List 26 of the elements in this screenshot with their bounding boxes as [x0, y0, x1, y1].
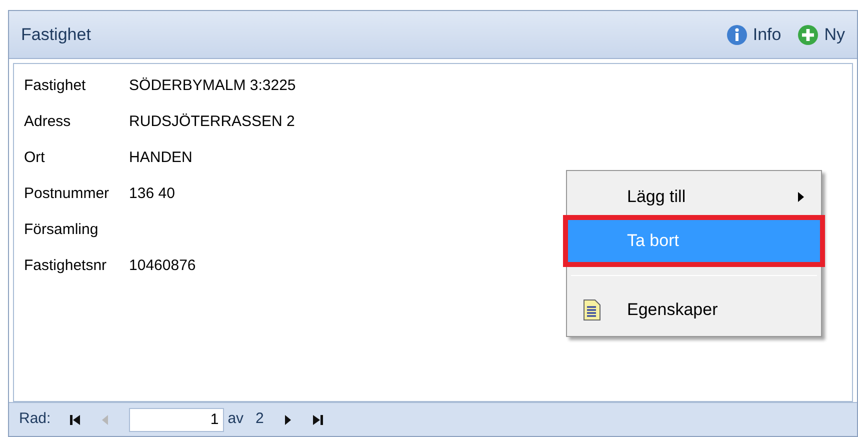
field-value: 136 40 — [129, 184, 175, 204]
field-label: Fastighet — [24, 76, 87, 96]
row-input[interactable]: 1 — [128, 408, 224, 432]
new-button[interactable]: Ny — [797, 22, 845, 48]
total-count: 2 — [256, 409, 264, 430]
field-label: Postnummer — [24, 184, 110, 204]
of-label: av — [228, 409, 244, 430]
last-icon[interactable] — [312, 414, 324, 426]
field-value: HANDEN — [129, 148, 192, 168]
submenu-arrow-icon — [797, 191, 805, 203]
info-icon — [726, 24, 748, 46]
info-button[interactable]: Info — [726, 22, 782, 48]
field-value: RUDSJÖTERRASSEN 2 — [129, 112, 295, 132]
document-icon — [583, 299, 601, 321]
row-label: Rad: — [19, 409, 51, 430]
field-label: Församling — [24, 220, 100, 240]
submenu-item[interactable]: Lägg till — [567, 175, 821, 219]
field-value: SÖDERBYMALM 3:3225 — [129, 76, 296, 96]
panel-title: Fastighet — [21, 24, 91, 46]
first-icon[interactable] — [68, 414, 81, 426]
field-value: 10460876 — [129, 256, 196, 276]
field-label: Ort — [24, 148, 46, 168]
field-label: Adress — [24, 112, 72, 132]
menu-item[interactable]: Egenskaper — [567, 288, 821, 332]
plus-icon — [797, 24, 820, 46]
field-label: Fastighetsnr — [24, 256, 108, 276]
